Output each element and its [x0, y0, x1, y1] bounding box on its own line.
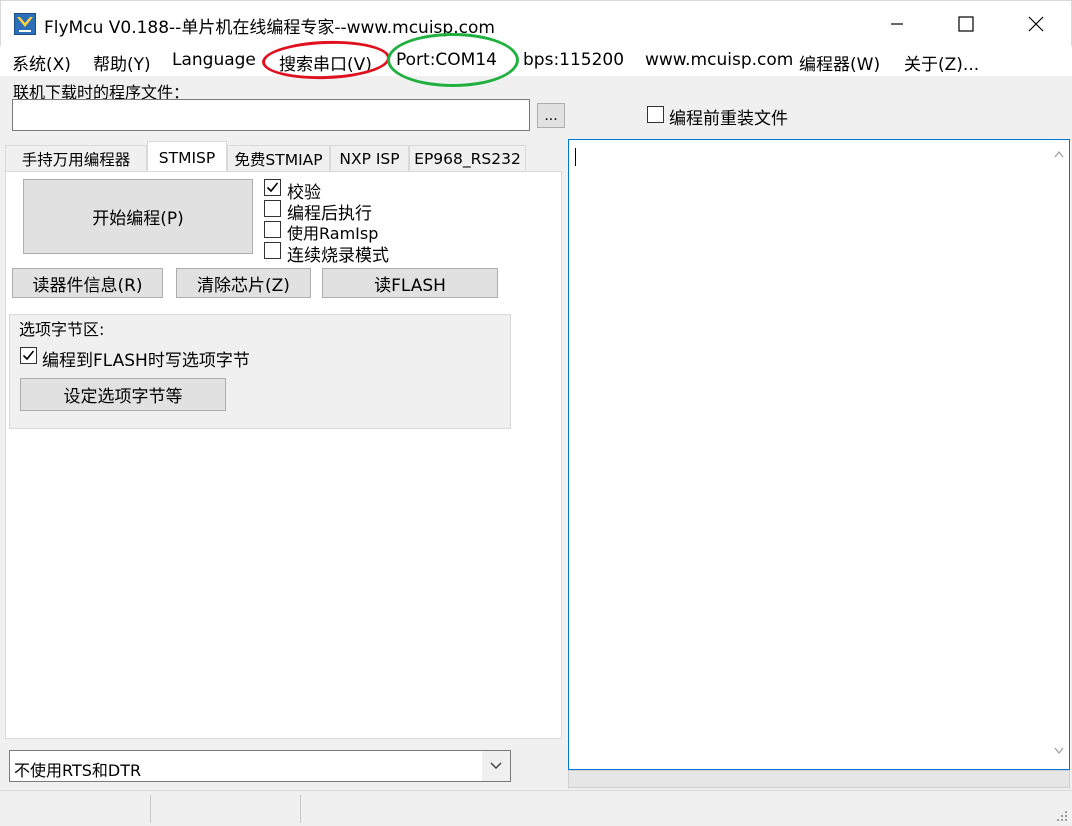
rts-dtr-select[interactable]: 不使用RTS和DTR [9, 750, 511, 782]
maximize-button[interactable] [931, 1, 1001, 47]
checkmark-icon [266, 182, 279, 193]
tab-free-stmiap[interactable]: 免费STMIAP [227, 145, 330, 172]
resize-grip-icon[interactable] [1056, 810, 1068, 822]
menu-programmer[interactable]: 编程器(W) [799, 50, 880, 75]
log-vertical-scrollbar[interactable] [1049, 140, 1069, 769]
run-after-program-checkbox[interactable] [264, 200, 281, 217]
menu-bar: 系统(X) 帮助(Y) Language 搜索串口(V) Port:COM14 … [0, 46, 1072, 76]
text-caret [575, 148, 576, 166]
use-ramisp-checkbox[interactable] [264, 221, 281, 238]
start-program-button[interactable]: 开始编程(P) [23, 179, 253, 254]
minimize-button[interactable] [862, 1, 932, 47]
maximize-icon [958, 16, 974, 32]
scroll-down-icon[interactable] [1054, 747, 1064, 755]
close-icon [1028, 16, 1044, 32]
read-device-info-button[interactable]: 读器件信息(R) [12, 268, 163, 298]
write-option-bytes-checkbox[interactable] [20, 347, 37, 364]
browse-file-button[interactable]: ... [537, 103, 565, 128]
menu-search-port[interactable]: 搜索串口(V) [279, 50, 372, 75]
log-horizontal-bar [568, 770, 1070, 788]
tab-handheld-programmer[interactable]: 手持万用编程器 [5, 145, 147, 172]
scroll-up-icon[interactable] [1054, 150, 1064, 158]
status-divider [150, 795, 151, 823]
minimize-icon [891, 23, 903, 25]
continuous-burn-mode-label: 连续烧录模式 [287, 246, 389, 266]
menu-website[interactable]: www.mcuisp.com [645, 50, 793, 70]
tab-ep968-rs232[interactable]: EP968_RS232 [409, 145, 526, 172]
read-flash-button[interactable]: 读FLASH [322, 268, 498, 298]
program-file-path-input[interactable] [12, 99, 530, 131]
menu-bps[interactable]: bps:115200 [523, 50, 624, 70]
menu-help[interactable]: 帮助(Y) [93, 50, 151, 75]
rts-dtr-selected-value: 不使用RTS和DTR [14, 761, 142, 780]
menu-language[interactable]: Language [172, 50, 256, 70]
close-button[interactable] [1001, 1, 1071, 47]
rts-dtr-dropdown-button[interactable] [482, 751, 510, 781]
option-bytes-group-label: 选项字节区: [19, 320, 105, 339]
continuous-burn-mode-checkbox[interactable] [264, 242, 281, 259]
stmisp-tab-panel [5, 171, 562, 739]
title-bar: FlyMcu V0.188--单片机在线编程专家--www.mcuisp.com [0, 0, 1072, 46]
set-option-bytes-button[interactable]: 设定选项字节等 [20, 378, 226, 411]
tab-nxp-isp[interactable]: NXP ISP [330, 145, 409, 172]
window-title: FlyMcu V0.188--单片机在线编程专家--www.mcuisp.com [44, 18, 495, 38]
status-divider [300, 795, 301, 823]
erase-chip-button[interactable]: 清除芯片(Z) [176, 268, 311, 298]
chevron-down-icon [490, 762, 502, 770]
reload-before-program-label: 编程前重装文件 [669, 109, 788, 129]
menu-about[interactable]: 关于(Z)... [904, 50, 979, 75]
menu-port[interactable]: Port:COM14 [396, 50, 497, 70]
checkmark-icon [22, 350, 35, 361]
log-output-area[interactable] [568, 139, 1070, 770]
tab-stmisp[interactable]: STMISP [147, 141, 227, 173]
flymcu-app-icon [14, 13, 36, 35]
reload-before-program-checkbox[interactable] [647, 106, 664, 123]
write-option-bytes-label: 编程到FLASH时写选项字节 [42, 351, 250, 371]
menu-system[interactable]: 系统(X) [12, 50, 71, 75]
verify-checkbox[interactable] [264, 179, 281, 196]
status-bar [0, 790, 1072, 826]
